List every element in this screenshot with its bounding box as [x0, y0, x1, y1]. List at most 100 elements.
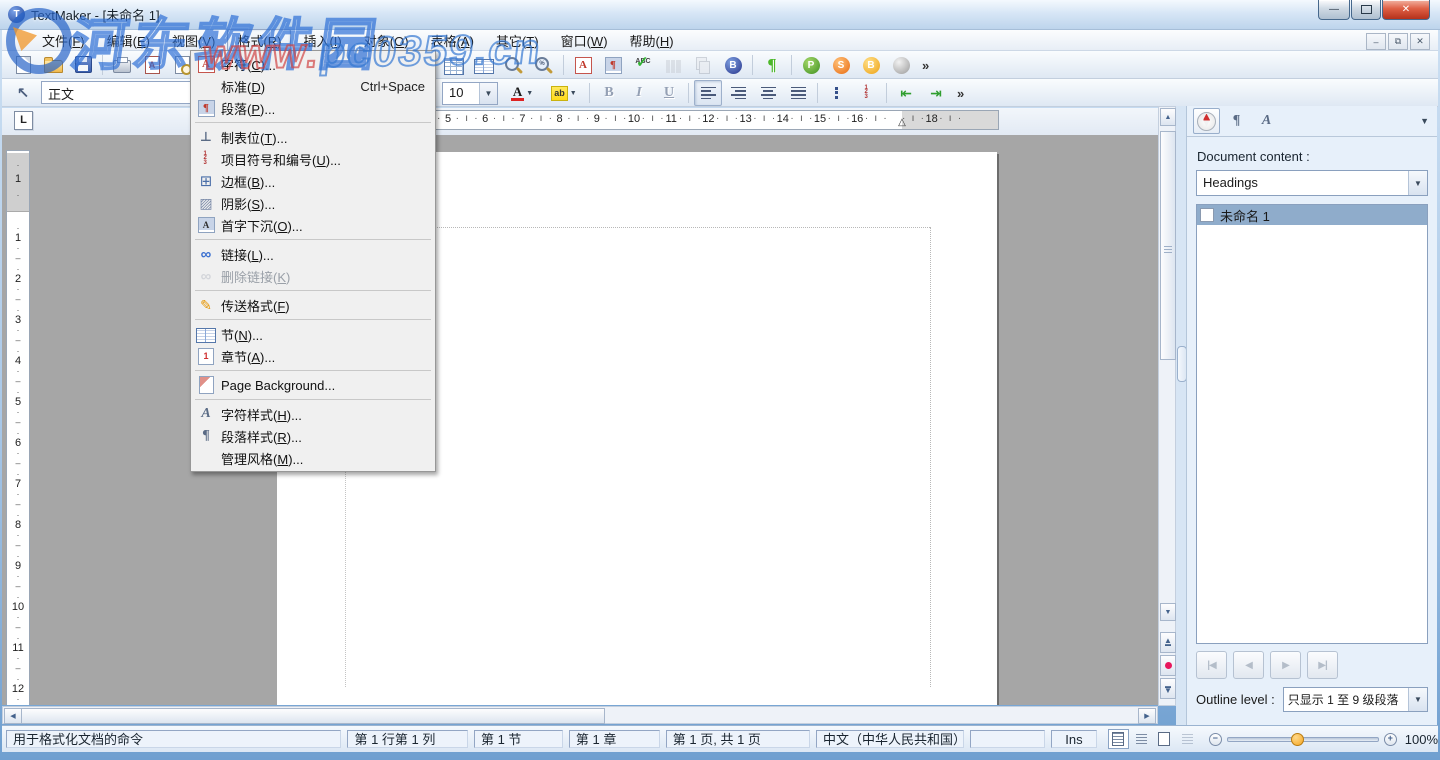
menu-object[interactable]: 对象(O): [354, 29, 419, 52]
insert-columns-button[interactable]: [470, 52, 498, 78]
bullet-list-button[interactable]: [823, 80, 851, 106]
zoom-percent-button[interactable]: %: [530, 52, 558, 78]
document-content-item[interactable]: 未命名 1: [1197, 205, 1427, 225]
character-dialog-button[interactable]: A: [569, 52, 597, 78]
align-left-button[interactable]: [694, 80, 722, 106]
menu-item-standard[interactable]: 标准(D)Ctrl+Space: [191, 75, 435, 97]
content-type-select[interactable]: Headings ▼: [1196, 170, 1428, 196]
menu-view[interactable]: 视图(V): [162, 29, 225, 52]
sidebar-tab-navigation[interactable]: [1193, 108, 1220, 134]
vertical-ruler[interactable]: ·1··1·–·2·–·3·–·4·–·5·–·6·–·7·–·8·–·9·–·…: [6, 150, 30, 705]
web-browser-button[interactable]: [887, 52, 915, 78]
align-right-button[interactable]: [724, 80, 752, 106]
item-checkbox[interactable]: [1200, 208, 1214, 222]
zoom-slider-thumb[interactable]: [1291, 733, 1304, 746]
chevron-down-icon[interactable]: ▼: [526, 90, 533, 97]
new-document-button[interactable]: [9, 52, 37, 78]
menu-item-paragraph-style[interactable]: ¶段落样式(R)...: [191, 425, 435, 447]
sidebar-tab-paragraph-styles[interactable]: ¶: [1223, 108, 1250, 134]
last-heading-button[interactable]: ▶|: [1307, 651, 1338, 679]
menu-item-paragraph[interactable]: ¶段落(P)...: [191, 97, 435, 119]
status-section[interactable]: 第 1 节: [474, 730, 563, 748]
tab-type-selector[interactable]: L: [14, 111, 33, 130]
menu-edit[interactable]: 编辑(E): [97, 29, 160, 52]
first-heading-button[interactable]: |◀: [1196, 651, 1227, 679]
horizontal-scrollbar-thumb[interactable]: [21, 708, 605, 724]
save-button[interactable]: [69, 52, 97, 78]
print-button[interactable]: [108, 52, 136, 78]
menu-item-bullets-numbering[interactable]: 123项目符号和编号(U)...: [191, 148, 435, 170]
status-page-count[interactable]: 第 1 页, 共 1 页: [666, 730, 810, 748]
bold-button[interactable]: B: [595, 80, 623, 106]
basicmaker-button[interactable]: B: [857, 52, 885, 78]
textmaker-b-button[interactable]: B: [719, 52, 747, 78]
underline-button[interactable]: U: [655, 80, 683, 106]
menu-item-page-background[interactable]: Page Background...: [191, 374, 435, 396]
italic-button[interactable]: I: [625, 80, 653, 106]
paragraph-style-combo[interactable]: 正文 ▼: [41, 81, 211, 104]
zoom-in-button[interactable]: +: [1384, 733, 1397, 746]
status-chapter[interactable]: 第 1 章: [569, 730, 660, 748]
status-line-column[interactable]: 第 1 行第 1 列: [347, 730, 468, 748]
open-button[interactable]: [39, 52, 67, 78]
menu-item-character[interactable]: A字符(C)...: [191, 53, 435, 75]
menu-extras[interactable]: 其它(T): [486, 29, 549, 52]
increase-indent-button[interactable]: ⇥: [922, 80, 950, 106]
menu-file[interactable]: 文件(F): [32, 29, 95, 52]
zoom-button[interactable]: [500, 52, 528, 78]
status-language[interactable]: 中文（中华人民共和国）: [816, 730, 964, 748]
next-page-button[interactable]: ▬▼: [1160, 678, 1176, 699]
status-insert-mode[interactable]: Ins: [1051, 730, 1097, 748]
menu-table[interactable]: 表格(A): [421, 29, 484, 52]
zoom-slider[interactable]: [1227, 737, 1379, 742]
toolbar-format-overflow[interactable]: »: [951, 86, 970, 101]
horizontal-scrollbar[interactable]: ◀ ▶: [2, 706, 1158, 724]
scroll-down-button[interactable]: ▼: [1160, 603, 1176, 621]
menu-format[interactable]: 格式(R): [227, 29, 291, 52]
window-maximize-button[interactable]: [1351, 0, 1381, 20]
menu-item-link[interactable]: ∞链接(L)...: [191, 243, 435, 265]
formatting-marks-button[interactable]: ¶: [758, 52, 786, 78]
browse-object-button[interactable]: [1160, 655, 1176, 676]
document-close-button[interactable]: ✕: [1410, 33, 1430, 50]
document-minimize-button[interactable]: –: [1366, 33, 1386, 50]
draft-view-button[interactable]: [1131, 729, 1152, 749]
chevron-down-icon[interactable]: ▼: [570, 90, 577, 97]
sidebar-splitter[interactable]: [1176, 106, 1186, 725]
menu-item-manage-styles[interactable]: 管理风格(M)...: [191, 447, 435, 469]
menu-item-chapter[interactable]: 1章节(A)...: [191, 345, 435, 367]
align-center-button[interactable]: [754, 80, 782, 106]
planmaker-button[interactable]: P: [797, 52, 825, 78]
chevron-down-icon[interactable]: ▼: [1408, 171, 1427, 195]
menu-insert[interactable]: 插入(I): [293, 29, 351, 52]
page-layout-view-button[interactable]: [1108, 729, 1129, 749]
document-content-list[interactable]: 未命名 1: [1196, 204, 1428, 644]
zoom-out-button[interactable]: −: [1209, 733, 1222, 746]
previous-heading-button[interactable]: ◀: [1233, 651, 1264, 679]
justify-button[interactable]: [784, 80, 812, 106]
menu-item-character-style[interactable]: A字符样式(H)...: [191, 403, 435, 425]
scroll-left-button[interactable]: ◀: [4, 708, 22, 724]
document-restore-button[interactable]: ⧉: [1388, 33, 1408, 50]
scroll-right-button[interactable]: ▶: [1138, 708, 1156, 724]
vertical-scrollbar-thumb[interactable]: [1160, 131, 1176, 360]
menu-help[interactable]: 帮助(H): [620, 29, 684, 52]
font-color-button[interactable]: A▼: [502, 80, 542, 106]
menu-item-transfer-formatting[interactable]: ✎传送格式(F): [191, 294, 435, 316]
sidebar-tab-character-styles[interactable]: A: [1253, 108, 1280, 134]
presentations-button[interactable]: S: [827, 52, 855, 78]
blank-page-view-button[interactable]: [1154, 729, 1175, 749]
document-workspace[interactable]: ·1··1·–·2·–·3·–·4·–·5·–·6·–·7·–·8·–·9·–·…: [2, 135, 1158, 705]
previous-page-button[interactable]: ▲▬: [1160, 632, 1176, 653]
menu-item-section[interactable]: 节(N)...: [191, 323, 435, 345]
paragraph-dialog-button[interactable]: ¶: [599, 52, 627, 78]
highlight-button[interactable]: ab▼: [544, 80, 584, 106]
outline-level-select[interactable]: 只显示 1 至 9 级段落 ▼: [1283, 687, 1428, 712]
outline-view-button[interactable]: [1177, 729, 1198, 749]
spellcheck-button[interactable]: ABC: [629, 52, 657, 78]
menu-item-drop-caps[interactable]: A首字下沉(O)...: [191, 214, 435, 236]
decrease-indent-button[interactable]: ⇤: [892, 80, 920, 106]
toolbar-main-overflow[interactable]: »: [916, 58, 935, 73]
numbered-list-button[interactable]: 123: [853, 80, 881, 106]
scroll-up-button[interactable]: ▲: [1160, 108, 1176, 126]
